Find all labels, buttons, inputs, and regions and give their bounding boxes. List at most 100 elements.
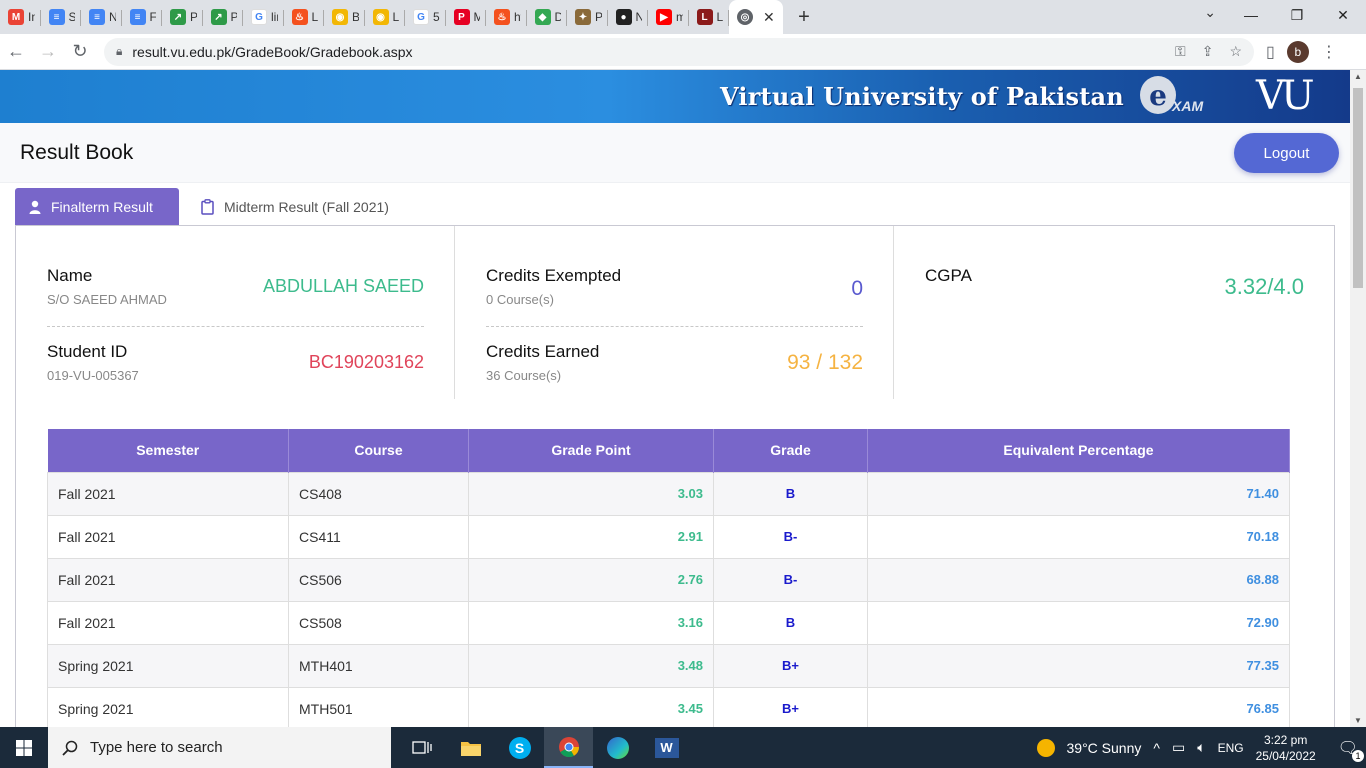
weather-sun-icon[interactable]	[1036, 738, 1055, 757]
cell-grade-point: 3.16	[468, 600, 714, 645]
forward-icon[interactable]: →	[32, 41, 64, 62]
browser-tab-title: Inb	[28, 10, 35, 24]
scroll-down-icon[interactable]: ▼	[1350, 716, 1366, 725]
profile-avatar[interactable]: b	[1286, 40, 1309, 63]
edge-icon[interactable]	[593, 727, 642, 768]
browser-tab[interactable]: Glinc	[243, 0, 284, 34]
file-explorer-icon[interactable]	[446, 727, 495, 768]
grades-table: Semester Course Grade Point Grade Equiva…	[47, 429, 1290, 727]
header-grade-point[interactable]: Grade Point	[468, 429, 714, 472]
table-row: Fall 2021 CS411 2.91 B- 70.18	[47, 514, 1290, 559]
minimize-icon[interactable]: —	[1228, 0, 1274, 30]
close-tab-icon[interactable]: ✕	[763, 9, 775, 26]
key-icon[interactable]: ⚿	[1175, 43, 1186, 60]
browser-tab[interactable]: PMc	[446, 0, 487, 34]
clock-time: 3:22 pm	[1263, 732, 1308, 747]
browser-tab-active[interactable]: ◎ ✕	[729, 0, 783, 34]
word-icon[interactable]: W	[642, 727, 691, 768]
browser-tab[interactable]: ≡Fur	[122, 0, 163, 34]
exam-logo-letter: e	[1140, 76, 1176, 114]
share-icon[interactable]: ⇪	[1202, 43, 1214, 60]
coin-icon: ◉	[372, 9, 389, 25]
browser-tab[interactable]: ≡ NFI	[81, 0, 122, 34]
show-hidden-icons-icon[interactable]: ^	[1153, 740, 1160, 756]
notification-count: 1	[1352, 749, 1364, 762]
browser-tab-title: Mc	[473, 10, 481, 24]
docs-icon: ≡	[48, 9, 65, 25]
network-icon[interactable]: ▭	[1172, 739, 1185, 756]
docs-icon: ≡	[89, 9, 105, 25]
browser-toolbar: ← → ↻ 🔒︎ result.vu.edu.pk/GradeBook/Grad…	[0, 34, 1366, 70]
tab-finalterm[interactable]: Finalterm Result	[15, 188, 179, 225]
cell-course: CS508	[288, 600, 469, 645]
pinterest-icon: P	[453, 9, 470, 25]
header-percentage[interactable]: Equivalent Percentage	[867, 429, 1290, 472]
table-row: Fall 2021 CS508 3.16 B 72.90	[47, 600, 1290, 645]
clipboard-icon	[201, 198, 214, 215]
tab-midterm[interactable]: Midterm Result (Fall 2021)	[187, 188, 403, 225]
url-text[interactable]: result.vu.edu.pk/GradeBook/Gradebook.asp…	[132, 44, 412, 60]
name-label: Name	[47, 266, 93, 285]
browser-tab[interactable]: ♨ http	[486, 0, 527, 34]
credits-earned-block: Credits Earned 36 Course(s) 93 / 132	[486, 342, 863, 402]
cgpa-column: CGPA 3.32/4.0	[894, 226, 1335, 399]
clock[interactable]: 3:22 pm 25/04/2022	[1256, 732, 1316, 764]
address-bar[interactable]: 🔒︎ result.vu.edu.pk/GradeBook/Gradebook.…	[104, 37, 1254, 66]
close-window-icon[interactable]: ✕	[1320, 0, 1366, 30]
browser-tab-title: Ne	[635, 10, 643, 24]
cell-grade-point: 2.76	[468, 557, 714, 602]
back-icon[interactable]: ←	[0, 41, 32, 62]
browser-tab[interactable]: ◆Das	[527, 0, 568, 34]
new-tab-icon[interactable]: +	[789, 0, 819, 34]
maximize-icon[interactable]: ❐	[1274, 0, 1320, 30]
browser-tab[interactable]: M Inb	[0, 0, 41, 34]
browser-tab[interactable]: ↗Pro	[162, 0, 203, 34]
scroll-up-icon[interactable]: ▲	[1350, 72, 1366, 81]
tab-search-icon[interactable]: ⌄	[1204, 4, 1216, 21]
flame-icon: ♨	[291, 9, 308, 25]
cell-semester: Fall 2021	[47, 471, 289, 516]
bookmark-star-icon[interactable]: ☆	[1229, 43, 1242, 60]
result-card: Name S/O SAEED AHMAD ABDULLAH SAEED Stud…	[15, 225, 1335, 727]
windows-start-icon[interactable]	[0, 727, 48, 768]
logout-button[interactable]: Logout	[1234, 133, 1339, 173]
browser-tab[interactable]: ♨Lin	[284, 0, 325, 34]
browser-tab[interactable]: ◉Lin	[365, 0, 406, 34]
credits-exempted-block: Credits Exempted 0 Course(s) 0	[486, 266, 863, 326]
browser-tab[interactable]: ↗Pro	[203, 0, 244, 34]
browser-tab-strip: MInb≡SRS≡NFI≡Fur↗Pro↗ProGlinc♨Lin◉Buy◉Li…	[0, 0, 1366, 34]
browser-tab[interactable]: ●Ne	[608, 0, 649, 34]
exam-logo: e XAM	[1138, 76, 1203, 116]
browser-tab[interactable]: ✦ Pla	[567, 0, 608, 34]
chrome-icon[interactable]	[544, 727, 593, 768]
header-grade[interactable]: Grade	[713, 429, 868, 472]
system-tray: 39°C Sunny ^ ▭ 🔈︎ ENG 3:22 pm 25/04/2022…	[1036, 732, 1366, 764]
browser-tab[interactable]: ◉ Buy	[324, 0, 365, 34]
notification-icon[interactable]: 🗨︎ 1	[1338, 738, 1364, 762]
browser-tab[interactable]: LLea	[689, 0, 730, 34]
language-indicator[interactable]: ENG	[1218, 741, 1244, 755]
browser-tab[interactable]: ▶ mr	[648, 0, 689, 34]
lock-icon[interactable]: 🔒︎	[116, 44, 122, 59]
cell-percentage: 68.88	[867, 557, 1290, 602]
cell-percentage: 72.90	[867, 600, 1290, 645]
weather-text[interactable]: 39°C Sunny	[1067, 740, 1142, 756]
side-panel-icon[interactable]: ▯	[1266, 42, 1275, 62]
browser-tab-title: Pla	[595, 10, 602, 24]
skype-icon[interactable]: S	[495, 727, 544, 768]
browser-tab[interactable]: G 50	[405, 0, 446, 34]
cell-grade: B-	[713, 557, 868, 602]
tab-midterm-label: Midterm Result (Fall 2021)	[224, 198, 389, 215]
page-scrollbar[interactable]: ▲ ▼	[1350, 70, 1366, 727]
header-semester[interactable]: Semester	[47, 429, 289, 472]
taskbar-search-box[interactable]: Type here to search	[48, 727, 391, 768]
header-course[interactable]: Course	[288, 429, 469, 472]
task-view-icon[interactable]	[397, 727, 446, 768]
search-placeholder[interactable]: Type here to search	[90, 739, 223, 756]
scrollbar-thumb[interactable]	[1353, 88, 1363, 288]
browser-tab[interactable]: ≡SRS	[41, 0, 82, 34]
menu-kebab-icon[interactable]: ⋮	[1321, 42, 1337, 62]
reload-icon[interactable]: ↻	[64, 41, 96, 62]
credits-exempted-value: 0	[851, 277, 863, 300]
volume-icon[interactable]: 🔈︎	[1197, 739, 1205, 756]
